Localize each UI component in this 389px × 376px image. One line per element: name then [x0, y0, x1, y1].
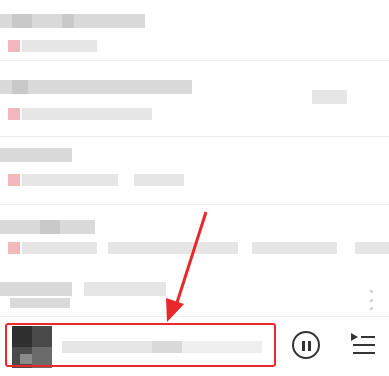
- annotation-arrow: [166, 211, 208, 322]
